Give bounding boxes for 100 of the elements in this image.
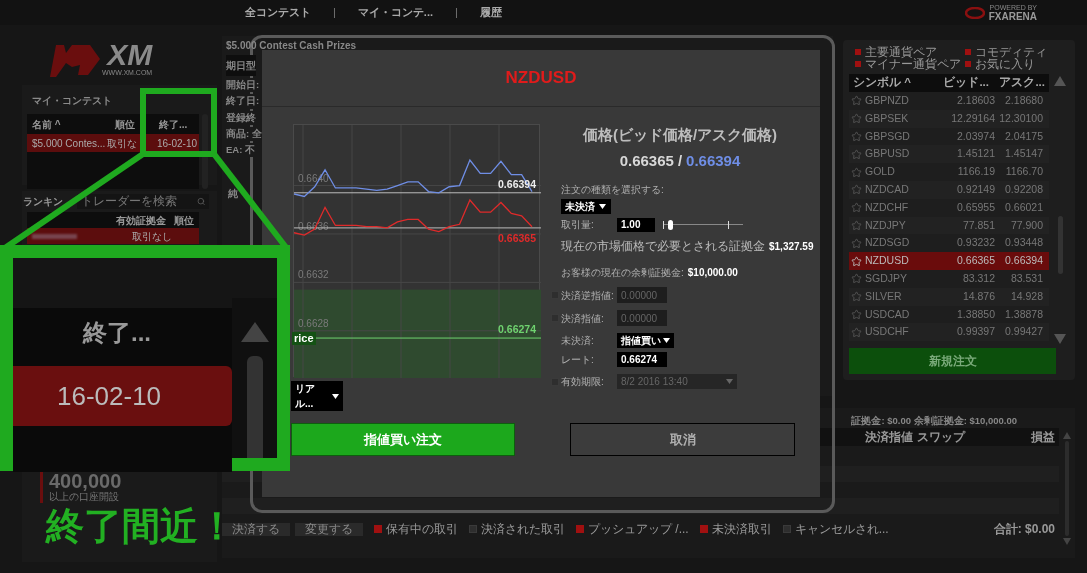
star-icon[interactable]: [851, 308, 862, 320]
filter-label[interactable]: お気に入り: [975, 58, 1035, 70]
star-icon[interactable]: [851, 166, 862, 178]
filter-label[interactable]: マイナー通貨ペア: [865, 58, 961, 70]
table-cell-text: 0.93232: [956, 235, 995, 251]
margin-value: $1,327.59: [769, 240, 814, 255]
action-button[interactable]: 変更する: [295, 522, 363, 536]
star-icon[interactable]: [851, 113, 862, 125]
checkbox[interactable]: [782, 525, 791, 534]
column-header[interactable]: シンボル ^: [853, 74, 935, 92]
column-header[interactable]: ビッド...: [935, 74, 989, 92]
filter-label[interactable]: コモディティ: [975, 46, 1047, 58]
table-cell-text: 16-02-10: [57, 379, 162, 413]
filter-label[interactable]: プッシュアップ /...: [588, 520, 689, 539]
slider-thumb[interactable]: [667, 219, 673, 230]
symbol-row[interactable]: USDCAD 1.38850 1.38878: [849, 305, 1049, 324]
nav-separator: |: [455, 5, 458, 21]
star-icon[interactable]: [851, 255, 862, 267]
nav-separator: |: [333, 5, 336, 21]
checkbox[interactable]: [855, 61, 861, 67]
star-icon[interactable]: [851, 202, 862, 214]
section-title: 純: [228, 187, 239, 202]
volume-field[interactable]: 1.00: [617, 217, 655, 232]
ranking-row[interactable]: 取引なし: [27, 228, 199, 244]
symbol-row[interactable]: GBPSGD 2.03974 2.04175: [849, 127, 1049, 146]
column-header[interactable]: アスク...: [989, 74, 1045, 92]
ask-price: 0.66394: [686, 150, 741, 171]
checkbox[interactable]: [699, 525, 708, 534]
checkbox[interactable]: [965, 49, 971, 55]
checkbox[interactable]: [965, 61, 971, 67]
symbol-row[interactable]: NZDCHF 0.65955 0.66021: [849, 198, 1049, 217]
column-header[interactable]: 順位: [107, 116, 157, 132]
star-icon[interactable]: [851, 148, 862, 160]
checkbox[interactable]: [374, 525, 382, 534]
bid-price: 0.66365: [619, 150, 674, 171]
nav-link[interactable]: マイ・コンテ...: [357, 4, 434, 21]
contest-field: EA: 不: [226, 143, 255, 158]
caret-icon: [663, 338, 670, 344]
volume-slider[interactable]: [663, 219, 743, 230]
filter-label[interactable]: 保有中の取引: [386, 520, 458, 539]
checkbox[interactable]: [576, 525, 584, 534]
search-icon[interactable]: [196, 197, 205, 206]
new-order-button[interactable]: 新規注文: [849, 348, 1056, 374]
column-header[interactable]: 名前 ^: [32, 116, 107, 132]
symbol-row[interactable]: NZDJPY 77.851 77.900: [849, 216, 1049, 235]
filter-label[interactable]: 未決済取引: [711, 520, 772, 539]
caret-icon: [726, 379, 733, 385]
nav-link[interactable]: 履歴: [479, 4, 502, 21]
table-cell-text: 0.66021: [1004, 199, 1044, 215]
symbol-row[interactable]: NZDSGD 0.93232 0.93448: [849, 234, 1049, 253]
table-cell-text: GBPUSD: [865, 146, 911, 162]
star-icon[interactable]: [851, 273, 862, 285]
column-header[interactable]: 有効証拠金: [116, 212, 166, 228]
rate-field[interactable]: 0.66274: [617, 352, 667, 368]
contest-row[interactable]: $5.000 Contes... 取引な 16-02-10: [27, 134, 199, 152]
contest-field: 登録終: [226, 110, 256, 125]
filter-label[interactable]: 決済された取引: [481, 520, 565, 539]
logo-text: XM: [107, 41, 153, 69]
symbol-row[interactable]: USDCHF 0.99397 0.99427: [849, 323, 1049, 342]
table-cell-text: $5.000 Contes...: [32, 136, 107, 151]
column-header[interactable]: 終了...: [159, 116, 188, 132]
table-cell-text: 0.92149: [956, 182, 995, 197]
column-header[interactable]: 決済指値: [865, 428, 917, 447]
scrollbar[interactable]: [202, 114, 208, 189]
symbol-row[interactable]: NZDUSD 0.66365 0.66394: [849, 252, 1049, 270]
promo-caption: 以上の口座開設: [49, 491, 120, 503]
symbol-row[interactable]: SILVER 14.876 14.928: [849, 287, 1049, 306]
star-icon[interactable]: [851, 131, 862, 142]
filter-label[interactable]: キャンセルされ...: [794, 520, 889, 539]
checkbox[interactable]: [855, 49, 861, 55]
order-type-dropdown[interactable]: 未決済: [561, 199, 611, 214]
column-header[interactable]: 順位: [174, 212, 194, 228]
star-icon[interactable]: [851, 95, 862, 107]
symbol-row[interactable]: GBPNZD 2.18603 2.18680: [849, 92, 1049, 110]
nav-link[interactable]: 全コンテスト: [245, 4, 311, 21]
search-field[interactable]: トレーダーを検索: [77, 194, 209, 209]
star-icon[interactable]: [851, 326, 862, 338]
checkbox[interactable]: [469, 525, 477, 534]
symbol-row[interactable]: GBPSEK 12.29164 12.30100: [849, 109, 1049, 128]
scroll-down-icon[interactable]: [1063, 538, 1071, 546]
cancel-button[interactable]: 取消: [570, 423, 795, 456]
symbol-row[interactable]: SGDJPY 83.312 83.531: [849, 269, 1049, 288]
star-icon[interactable]: [851, 291, 862, 303]
symbol-row[interactable]: GBPUSD 1.45121 1.45147: [849, 145, 1049, 164]
symbol-row[interactable]: NZDCAD 0.92149 0.92208: [849, 181, 1049, 199]
table-cell-text: 12.29164: [950, 110, 995, 126]
star-icon[interactable]: [851, 219, 862, 231]
star-icon[interactable]: [851, 184, 862, 196]
field-label: 決済逆指値:: [561, 288, 615, 303]
symbol-row[interactable]: GOLD 1166.19 1166.70: [849, 163, 1049, 181]
column-header[interactable]: スワップ: [917, 428, 991, 447]
feed-dropdown[interactable]: リアル...: [291, 381, 343, 411]
field-label: 未決済:: [561, 334, 595, 349]
table-cell-text: 1.38878: [1004, 306, 1044, 322]
scroll-up-icon[interactable]: [1054, 76, 1066, 86]
column-header[interactable]: 損益: [1031, 428, 1055, 447]
star-icon[interactable]: [851, 237, 862, 249]
table-cell-text: NZDJPY: [865, 217, 907, 233]
pending-type-dropdown[interactable]: 指値買い: [617, 333, 674, 349]
filter-label[interactable]: 主要通貨ペア: [865, 46, 937, 58]
